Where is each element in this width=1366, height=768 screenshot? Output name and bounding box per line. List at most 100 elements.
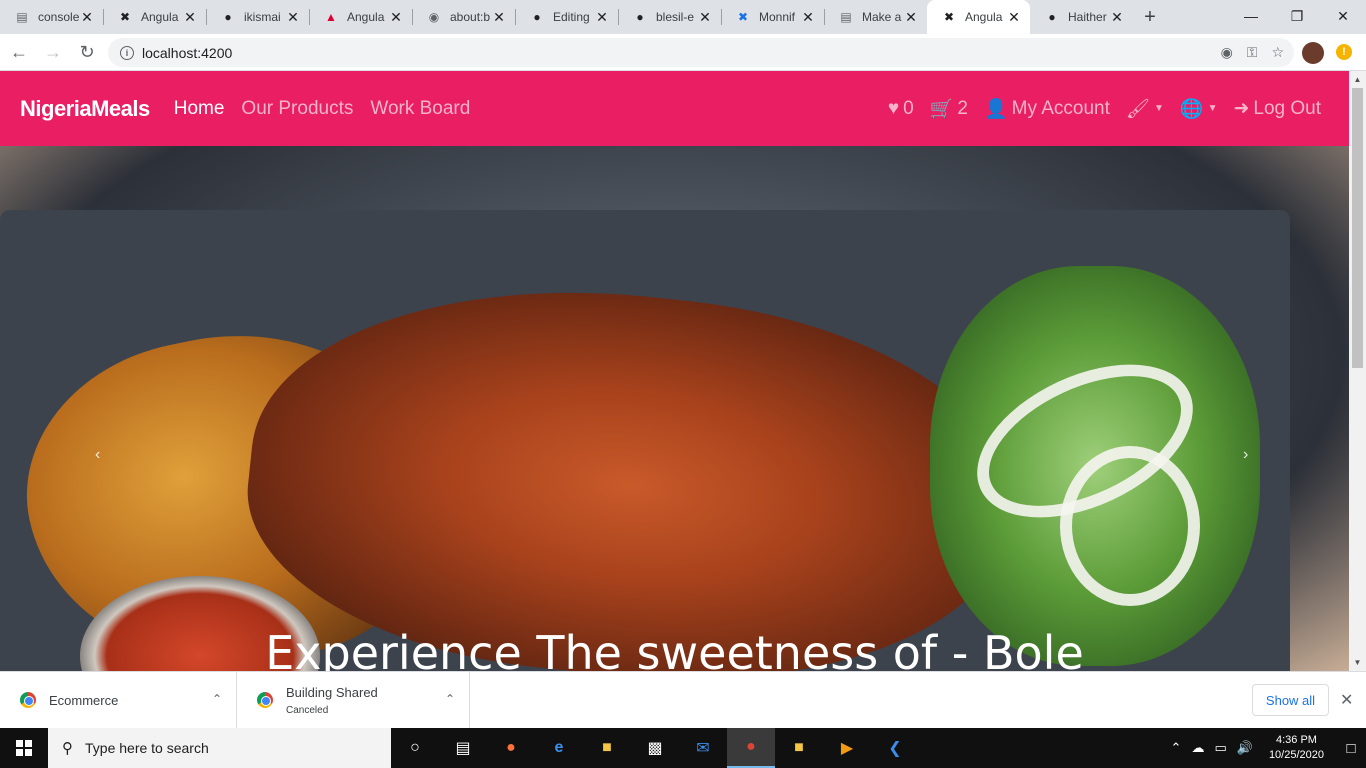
download-name: Building Shared [286, 684, 378, 700]
bookmark-star-icon[interactable]: ☆ [1271, 44, 1284, 61]
close-window-button[interactable]: ✕ [1320, 0, 1366, 32]
nav-home-link[interactable]: Home [174, 98, 225, 120]
notification-icon[interactable]: □ [1336, 740, 1366, 757]
close-tab-icon[interactable]: ✕ [388, 9, 404, 26]
site-info-icon[interactable]: i [120, 45, 134, 60]
battery-icon[interactable]: ▭ [1214, 740, 1226, 756]
scrollbar-thumb[interactable] [1352, 88, 1363, 368]
browser-tab[interactable]: ▤ console ✕ [0, 0, 103, 34]
carousel-caption: Experience The sweetness of - Bole [265, 626, 1084, 671]
chevron-up-icon[interactable]: ⌃ [1171, 740, 1182, 756]
carousel-prev-icon[interactable]: ‹ [95, 446, 100, 464]
show-all-button[interactable]: Show all [1252, 684, 1329, 716]
carousel-image-onion [1060, 446, 1200, 606]
user-icon: 👤 [983, 98, 1008, 120]
logout-label: Log Out [1253, 97, 1321, 119]
file-explorer-icon[interactable]: ■ [583, 728, 631, 768]
tab-title: Haither [1068, 10, 1107, 24]
close-tab-icon[interactable]: ✕ [1109, 9, 1125, 26]
edge-icon[interactable]: e [535, 728, 583, 768]
carousel-next-icon[interactable]: › [1243, 446, 1248, 464]
browser-tab[interactable]: ◉ about:b ✕ [412, 0, 515, 34]
firefox-icon[interactable]: ● [487, 728, 535, 768]
scroll-up-icon[interactable]: ▲ [1349, 71, 1366, 88]
back-button[interactable]: ← [4, 37, 34, 67]
system-tray: ⌃ ☁ ▭ 🔊 4:36 PM 10/25/2020 □ [1171, 728, 1366, 768]
browser-tab[interactable]: ▲ Angula ✕ [309, 0, 412, 34]
new-tab-button[interactable]: + [1133, 0, 1167, 34]
media-app-icon[interactable]: ▶ [823, 728, 871, 768]
tab-title: console [38, 10, 79, 24]
window-controls: — ❐ ✕ [1228, 0, 1366, 32]
chevron-up-icon[interactable]: ⌃ [445, 692, 455, 706]
page-viewport: NigeriaMeals Home Our Products Work Boar… [0, 71, 1366, 671]
theme-dropdown[interactable]: 🖌 ▼ [1126, 97, 1164, 121]
close-tab-icon[interactable]: ✕ [182, 9, 198, 26]
key-icon[interactable]: ⚿ [1247, 44, 1258, 61]
close-tab-icon[interactable]: ✕ [1006, 9, 1022, 26]
extension-icon[interactable]: ! [1336, 44, 1352, 60]
task-view-icon[interactable]: ▤ [439, 728, 487, 768]
profile-avatar[interactable] [1302, 42, 1324, 64]
close-tab-icon[interactable]: ✕ [285, 9, 301, 26]
download-status: Canceled [286, 704, 329, 716]
location-icon[interactable]: ◉ [1221, 44, 1233, 61]
browser-tab[interactable]: ✖ Monnif ✕ [721, 0, 824, 34]
favorites-link[interactable]: ♥ 0 [888, 98, 914, 120]
monnify-icon: ✖ [737, 10, 749, 24]
start-button[interactable] [0, 728, 48, 768]
taskbar-clock[interactable]: 4:36 PM 10/25/2020 [1269, 733, 1324, 763]
browser-tab[interactable]: ▤ Make a ✕ [824, 0, 927, 34]
browser-tab[interactable]: ● Haither ✕ [1030, 0, 1133, 34]
volume-icon[interactable]: 🔊 [1237, 740, 1253, 756]
browser-tab[interactable]: ● blesil-e ✕ [618, 0, 721, 34]
close-tab-icon[interactable]: ✕ [800, 9, 816, 26]
chrome-taskbar-icon[interactable]: ● [727, 728, 775, 768]
close-tab-icon[interactable]: ✕ [697, 9, 713, 26]
tab-title: Editing [553, 10, 590, 24]
my-account-link[interactable]: 👤 My Account [984, 97, 1110, 121]
close-tab-icon[interactable]: ✕ [903, 9, 919, 26]
browser-tab[interactable]: ● ikismai ✕ [206, 0, 309, 34]
download-item[interactable]: Ecommerce ⌃ [0, 671, 237, 729]
minimize-button[interactable]: — [1228, 0, 1274, 32]
close-tab-icon[interactable]: ✕ [79, 9, 95, 26]
scroll-down-icon[interactable]: ▼ [1349, 654, 1366, 671]
browser-tab[interactable]: ✖ Angula ✕ [927, 0, 1030, 34]
clock-date: 10/25/2020 [1268, 749, 1324, 761]
paint-app-icon[interactable]: ■ [775, 728, 823, 768]
nav-products-link[interactable]: Our Products [241, 98, 353, 120]
logout-link[interactable]: ➜ Log Out [1233, 97, 1321, 120]
browser-tab[interactable]: ✖ Angula ✕ [103, 0, 206, 34]
windows-logo-icon [16, 740, 32, 756]
globe-icon: 🌐 [1179, 98, 1204, 120]
close-icon[interactable]: ✕ [1340, 690, 1353, 710]
hero-carousel: ‹ › Experience The sweetness of - Bole [0, 146, 1349, 671]
download-item[interactable]: Building Shared Canceled ⌃ [237, 671, 470, 729]
taskbar-search[interactable]: ⚲ Type here to search [48, 728, 391, 768]
page-scrollbar[interactable]: ▲ ▼ [1349, 71, 1366, 671]
tab-title: about:b [450, 10, 491, 24]
favorites-count: 0 [903, 97, 914, 119]
cart-link[interactable]: 🛒 2 [930, 97, 968, 121]
globe-icon: ◉ [428, 10, 440, 24]
browser-tab[interactable]: ● Editing ✕ [515, 0, 618, 34]
vscode-icon[interactable]: ❮ [871, 728, 919, 768]
address-bar[interactable]: i localhost:4200 ◉ ⚿ ☆ [108, 38, 1294, 67]
github-icon: ● [636, 10, 644, 24]
close-tab-icon[interactable]: ✕ [491, 9, 507, 26]
mail-icon[interactable]: ✉ [679, 728, 727, 768]
angular-shield-icon: ▲ [325, 10, 337, 24]
close-tab-icon[interactable]: ✕ [594, 9, 610, 26]
chevron-up-icon[interactable]: ⌃ [212, 692, 222, 706]
maximize-button[interactable]: ❐ [1274, 0, 1320, 32]
cortana-icon[interactable]: ○ [391, 728, 439, 768]
nav-workboard-link[interactable]: Work Board [370, 98, 470, 120]
store-icon[interactable]: ▩ [631, 728, 679, 768]
language-dropdown[interactable]: 🌐 ▼ [1180, 97, 1218, 121]
brand-logo[interactable]: NigeriaMeals [20, 96, 150, 122]
document-icon: ▤ [16, 10, 28, 24]
cloud-icon[interactable]: ☁ [1191, 740, 1204, 756]
reload-button[interactable]: ↻ [72, 37, 102, 67]
forward-button[interactable]: → [38, 37, 68, 67]
